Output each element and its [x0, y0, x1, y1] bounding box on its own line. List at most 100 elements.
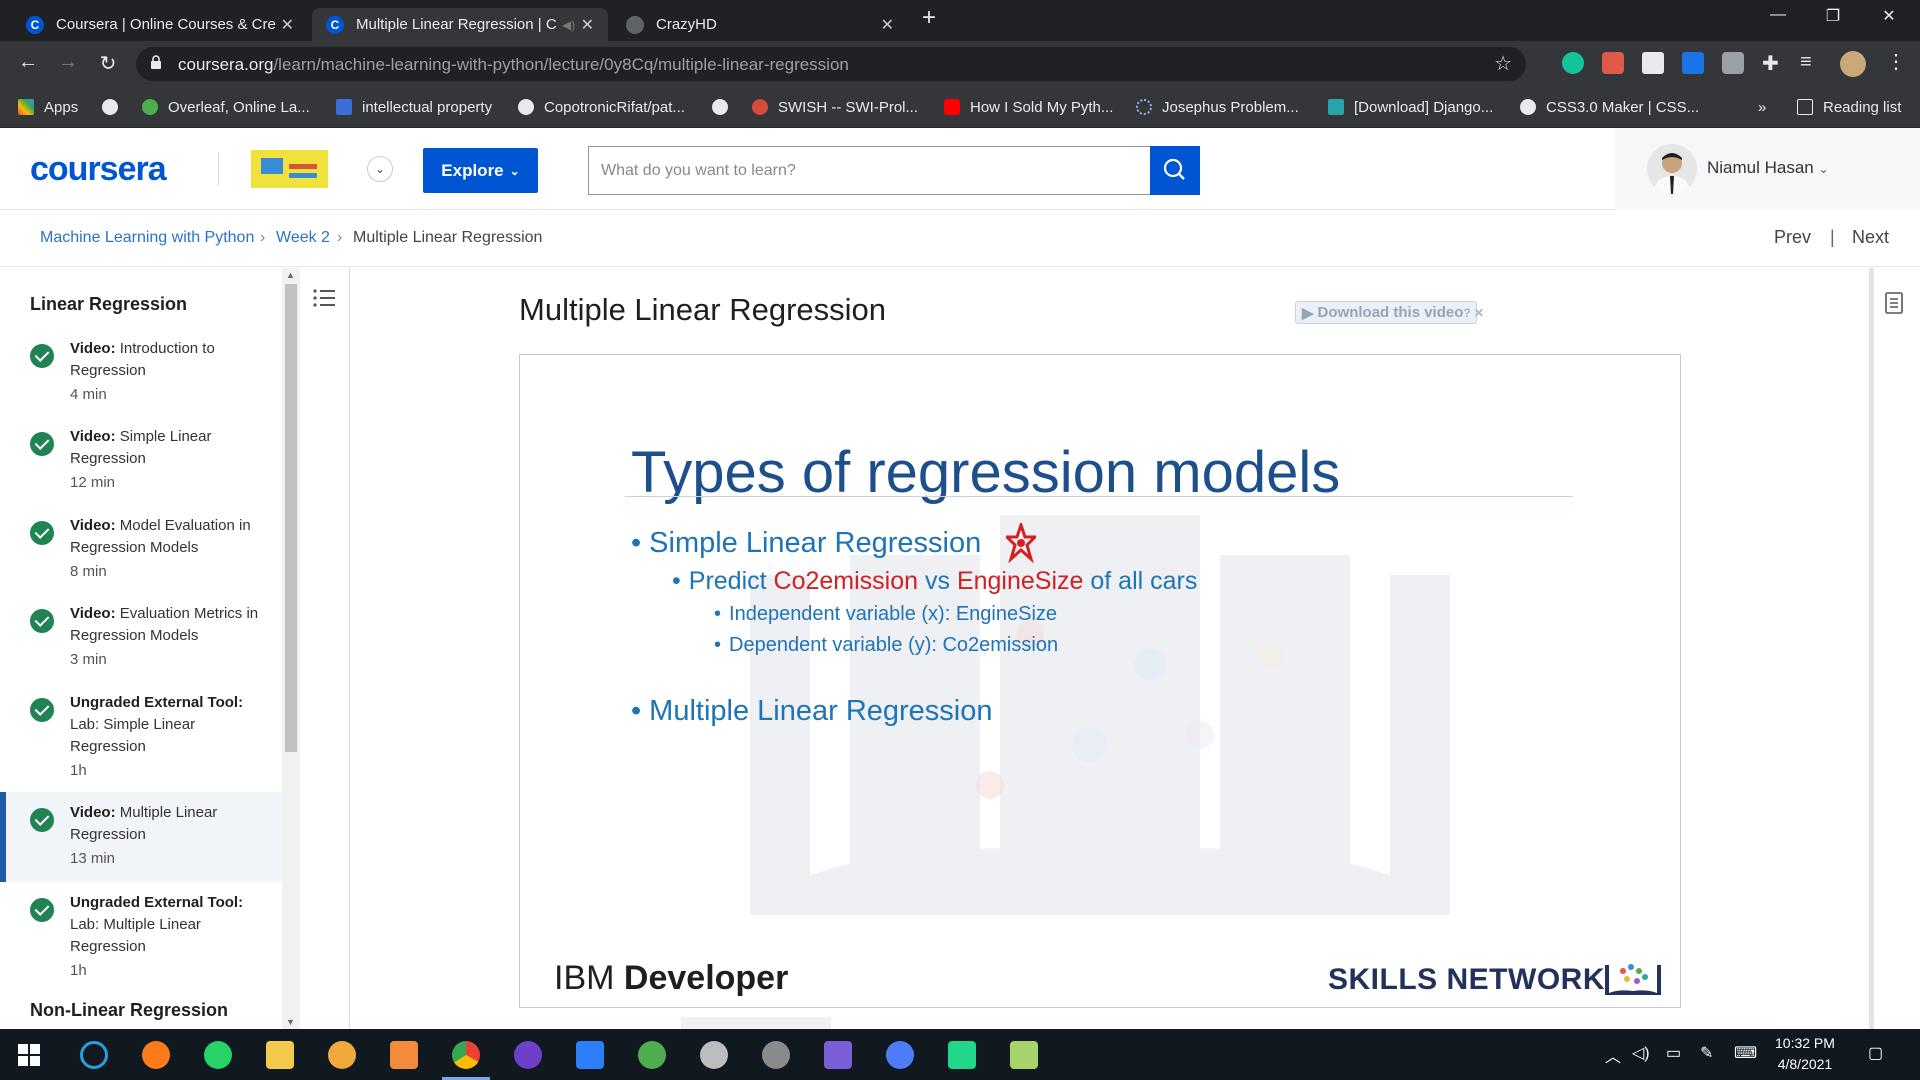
- breadcrumb-course[interactable]: Machine Learning with Python: [40, 229, 254, 247]
- bookmark-django[interactable]: [Download] Django...: [1328, 95, 1493, 119]
- media-queue-icon[interactable]: ≡: [1800, 51, 1812, 74]
- next-button[interactable]: Next: [1852, 227, 1889, 248]
- close-icon[interactable]: ✕: [881, 15, 894, 35]
- new-tab-icon[interactable]: +: [922, 4, 936, 32]
- bookmark-github[interactable]: CopotronicRifat/pat...: [518, 95, 685, 119]
- visual-studio-icon[interactable]: [824, 1041, 852, 1069]
- partner-logo[interactable]: [251, 150, 328, 188]
- window-close-icon[interactable]: ✕: [1866, 6, 1912, 26]
- sidebar-item-lab-simple-linear-regression[interactable]: Ungraded External Tool: Lab: Simple Line…: [0, 692, 282, 784]
- tab-multiple-linear-regression[interactable]: C Multiple Linear Regression | C ◀) ✕: [312, 8, 608, 41]
- item-duration: 1h: [70, 762, 87, 779]
- minimize-icon[interactable]: —: [1755, 6, 1801, 24]
- clock[interactable]: 10:32 PM 4/8/2021: [1775, 1033, 1835, 1075]
- breadcrumb-week[interactable]: Week 2: [276, 229, 330, 247]
- app-icon[interactable]: [700, 1041, 728, 1069]
- chrome-icon[interactable]: [442, 1041, 490, 1080]
- video-player[interactable]: Types of regression models • Simple Linea…: [519, 354, 1681, 1008]
- extension-icon[interactable]: [1682, 52, 1704, 74]
- list-icon[interactable]: [312, 288, 336, 308]
- scroll-up-icon[interactable]: ▲: [286, 270, 295, 280]
- search-taskbar-icon[interactable]: [80, 1041, 108, 1069]
- whatsapp-icon[interactable]: [204, 1041, 232, 1069]
- bookmark-css3-maker[interactable]: CSS3.0 Maker | CSS...: [1520, 95, 1699, 119]
- security-app-icon[interactable]: [328, 1041, 356, 1069]
- reload-icon[interactable]: ↻: [94, 51, 122, 76]
- scroll-down-icon[interactable]: ▼: [286, 1017, 295, 1027]
- profile-avatar-icon[interactable]: [1840, 51, 1866, 77]
- windows-start-icon[interactable]: [18, 1044, 40, 1066]
- mute-icon[interactable]: ◀): [562, 18, 575, 32]
- restore-icon[interactable]: ❐: [1810, 6, 1856, 26]
- prev-button[interactable]: Prev: [1774, 227, 1811, 248]
- notifications-icon[interactable]: ▢: [1868, 1043, 1883, 1063]
- app-icon[interactable]: [638, 1041, 666, 1069]
- user-menu[interactable]: Niamul Hasan ⌄: [1615, 128, 1920, 210]
- camera-icon[interactable]: [1722, 52, 1744, 74]
- extension-icon[interactable]: [1642, 52, 1664, 74]
- help-icon[interactable]: ? ✕: [1463, 306, 1484, 320]
- notes-icon[interactable]: [1885, 292, 1903, 314]
- sidebar-item-multiple-linear-regression[interactable]: Video: Multiple Linear Regression 13 min: [0, 792, 282, 882]
- bookmark-apps[interactable]: Apps: [18, 95, 78, 119]
- grammarly-extension-icon[interactable]: [1562, 52, 1584, 74]
- bookmark-youtube[interactable]: How I Sold My Pyth...: [944, 95, 1113, 119]
- sidebar-item-intro-regression[interactable]: Video: Introduction to Regression 4 min: [0, 338, 282, 408]
- bookmark-josephus[interactable]: Josephus Problem...: [1136, 95, 1299, 119]
- app-icon[interactable]: [1010, 1041, 1038, 1069]
- slide-highlight: Co2emission: [773, 567, 919, 595]
- address-bar[interactable]: coursera.org/learn/machine-learning-with…: [136, 47, 1526, 81]
- scrollbar-thumb[interactable]: [285, 284, 297, 752]
- item-type: Video:: [70, 517, 116, 534]
- bookmark-label: Josephus Problem...: [1162, 98, 1299, 116]
- extensions-puzzle-icon[interactable]: ✚: [1762, 51, 1779, 76]
- section-title[interactable]: Non-Linear Regression: [30, 1000, 228, 1021]
- app-icon[interactable]: [762, 1041, 790, 1069]
- more-bookmarks[interactable]: »: [1758, 95, 1766, 119]
- sidebar-scrollbar[interactable]: ▲ ▼: [282, 268, 300, 1029]
- search-input[interactable]: What do you want to learn?: [588, 146, 1151, 195]
- bookmark-globe[interactable]: [102, 95, 128, 119]
- file-explorer-icon[interactable]: [266, 1041, 294, 1069]
- coursera-logo[interactable]: coursera: [30, 150, 167, 189]
- chevron-up-icon[interactable]: ︿: [1605, 1043, 1621, 1067]
- app-icon[interactable]: [390, 1041, 418, 1069]
- transcript-toolbar[interactable]: [681, 1017, 831, 1029]
- bookmark-overleaf[interactable]: Overleaf, Online La...: [142, 95, 310, 119]
- reading-list-icon: [1797, 99, 1813, 115]
- page-scrollbar[interactable]: [1869, 268, 1874, 1029]
- github-desktop-icon[interactable]: [514, 1041, 542, 1069]
- bookmark-intellectual-property[interactable]: intellectual property: [336, 95, 492, 119]
- tab-crazyhd[interactable]: CrazyHD ✕: [612, 8, 908, 41]
- close-icon[interactable]: ✕: [281, 15, 294, 35]
- sidebar-item-model-evaluation[interactable]: Video: Model Evaluation in Regression Mo…: [0, 515, 282, 585]
- bookmark-swish[interactable]: SWISH -- SWI-Prol...: [752, 95, 918, 119]
- pycharm-icon[interactable]: [948, 1041, 976, 1069]
- extension-icon[interactable]: [1602, 52, 1624, 74]
- firefox-icon[interactable]: [142, 1041, 170, 1069]
- sidebar-item-lab-multiple-linear-regression[interactable]: Ungraded External Tool: Lab: Multiple Li…: [0, 892, 282, 984]
- back-icon[interactable]: ←: [14, 51, 42, 74]
- network-icon[interactable]: ▭: [1666, 1043, 1681, 1063]
- forward-icon[interactable]: →: [54, 51, 82, 74]
- slide-highlight: EngineSize: [956, 567, 1084, 595]
- bookmark-globe[interactable]: [712, 95, 738, 119]
- vscode-icon[interactable]: [576, 1041, 604, 1069]
- close-icon[interactable]: ✕: [581, 15, 594, 35]
- explore-button[interactable]: Explore ⌄: [423, 148, 538, 193]
- sidebar-item-evaluation-metrics[interactable]: Video: Evaluation Metrics in Regression …: [0, 603, 282, 673]
- tab-coursera[interactable]: C Coursera | Online Courses & Cre ✕: [12, 8, 308, 41]
- messenger-icon[interactable]: [886, 1041, 914, 1069]
- volume-icon[interactable]: ◁): [1632, 1043, 1650, 1063]
- reading-list[interactable]: Reading list: [1797, 95, 1901, 119]
- chevron-down-icon[interactable]: ⌄: [367, 156, 393, 182]
- menu-kebab-icon[interactable]: ⋮: [1886, 49, 1906, 74]
- search-button[interactable]: [1150, 146, 1200, 195]
- item-duration: 1h: [70, 962, 87, 979]
- bookmark-star-icon[interactable]: ☆: [1494, 51, 1512, 76]
- slide-bullet-text: Simple Linear Regression: [649, 527, 982, 559]
- keyboard-icon[interactable]: ⌨: [1734, 1043, 1757, 1063]
- sidebar-item-simple-linear-regression[interactable]: Video: Simple Linear Regression 12 min: [0, 426, 282, 496]
- pen-icon[interactable]: ✎: [1700, 1043, 1713, 1063]
- download-video-button[interactable]: ▶ Download this video ? ✕: [1295, 301, 1484, 324]
